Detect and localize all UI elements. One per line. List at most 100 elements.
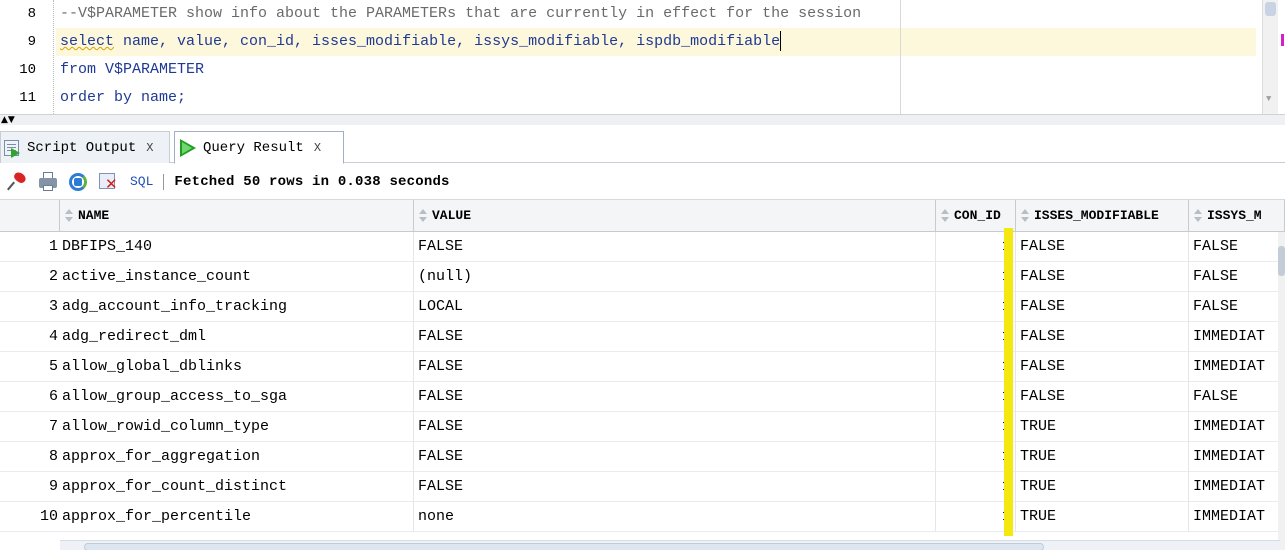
grid-scroll-thumb[interactable] [1278,246,1285,276]
cell-issys-modifiable[interactable]: IMMEDIAT [1189,442,1285,472]
cell-issys-modifiable[interactable]: FALSE [1189,232,1285,262]
grid-hscroll-thumb[interactable] [84,543,1044,550]
cell-name[interactable]: adg_account_info_tracking [60,292,414,322]
cell-name[interactable]: approx_for_aggregation [60,442,414,472]
cell-isses-modifiable[interactable]: FALSE [1016,292,1189,322]
cell-value[interactable]: FALSE [414,352,936,382]
tab-query-result[interactable]: Query Result X [174,131,344,164]
table-row[interactable]: 2active_instance_count(null)1FALSEFALSE [0,262,1285,292]
cell-name[interactable]: active_instance_count [60,262,414,292]
cell-value[interactable]: LOCAL [414,292,936,322]
close-icon[interactable]: X [314,134,321,162]
cell-issys-modifiable[interactable]: IMMEDIAT [1189,412,1285,442]
editor-scroll-thumb[interactable] [1265,2,1276,16]
pin-icon[interactable] [6,169,30,194]
gutter-divider [53,0,54,114]
row-number[interactable]: 10 [0,502,60,532]
code-line-comment[interactable]: --V$PARAMETER show info about the PARAME… [60,0,861,28]
sort-icon[interactable] [1193,208,1203,223]
tab-script-output[interactable]: Script Output X [0,131,170,163]
cell-isses-modifiable[interactable]: TRUE [1016,502,1189,532]
table-row[interactable]: 9approx_for_count_distinctFALSE1TRUEIMME… [0,472,1285,502]
cancel-query-icon[interactable]: ✕ [96,170,120,194]
table-row[interactable]: 8approx_for_aggregationFALSE1TRUEIMMEDIA… [0,442,1285,472]
cell-name[interactable]: adg_redirect_dml [60,322,414,352]
table-row[interactable]: 10approx_for_percentilenone1TRUEIMMEDIAT [0,502,1285,532]
cell-isses-modifiable[interactable]: FALSE [1016,382,1189,412]
cell-isses-modifiable[interactable]: FALSE [1016,322,1189,352]
collapse-expand-arrows-icon[interactable]: ▲▼ [1,115,15,125]
refresh-icon[interactable] [66,170,90,194]
cell-value[interactable]: FALSE [414,472,936,502]
code-line-select[interactable]: select name, value, con_id, isses_modifi… [56,28,1256,56]
cell-value[interactable]: FALSE [414,232,936,262]
row-number[interactable]: 2 [0,262,60,292]
row-number[interactable]: 8 [0,442,60,472]
column-header-label: VALUE [432,208,472,223]
sort-icon[interactable] [1020,208,1030,223]
table-row[interactable]: 3adg_account_info_trackingLOCAL1FALSEFAL… [0,292,1285,322]
cell-issys-modifiable[interactable]: FALSE [1189,262,1285,292]
cell-name[interactable]: allow_group_access_to_sga [60,382,414,412]
cell-issys-modifiable[interactable]: IMMEDIAT [1189,352,1285,382]
row-number[interactable]: 3 [0,292,60,322]
cell-name[interactable]: allow_global_dblinks [60,352,414,382]
cell-issys-modifiable[interactable]: FALSE [1189,292,1285,322]
column-header-value[interactable]: VALUE [414,200,936,232]
column-header-issys-modifiable[interactable]: ISSYS_M [1189,200,1285,232]
sql-button[interactable]: SQL [130,174,153,189]
cell-isses-modifiable[interactable]: TRUE [1016,442,1189,472]
cell-issys-modifiable[interactable]: IMMEDIAT [1189,472,1285,502]
column-header-name[interactable]: NAME [60,200,414,232]
cell-value[interactable]: FALSE [414,412,936,442]
row-number[interactable]: 7 [0,412,60,442]
cell-value[interactable]: FALSE [414,442,936,472]
line-number: 8 [27,6,36,22]
row-number[interactable]: 9 [0,472,60,502]
code-line-order-by[interactable]: order by name; [60,84,186,112]
cell-issys-modifiable[interactable]: FALSE [1189,382,1285,412]
table-row[interactable]: 7allow_rowid_column_typeFALSE1TRUEIMMEDI… [0,412,1285,442]
line-number-gutter: 8 9 10 11 [0,0,40,114]
sort-icon[interactable] [418,208,428,223]
cell-isses-modifiable[interactable]: FALSE [1016,232,1189,262]
table-row[interactable]: 5allow_global_dblinksFALSE1FALSEIMMEDIAT [0,352,1285,382]
cell-name[interactable]: approx_for_percentile [60,502,414,532]
sort-icon[interactable] [940,208,950,223]
cell-isses-modifiable[interactable]: TRUE [1016,472,1189,502]
editor-vertical-scrollbar[interactable]: ▼ [1262,0,1278,114]
pane-splitter[interactable]: ▲▼ [0,114,1285,125]
table-row[interactable]: 1DBFIPS_140FALSE1FALSEFALSE [0,232,1285,262]
cell-issys-modifiable[interactable]: IMMEDIAT [1189,322,1285,352]
row-number[interactable]: 4 [0,322,60,352]
cell-issys-modifiable[interactable]: IMMEDIAT [1189,502,1285,532]
cell-value[interactable]: FALSE [414,382,936,412]
cell-name[interactable]: approx_for_count_distinct [60,472,414,502]
cell-isses-modifiable[interactable]: FALSE [1016,352,1189,382]
grid-horizontal-scrollbar[interactable] [60,540,1280,550]
scroll-down-arrow-icon[interactable]: ▼ [1266,94,1271,104]
sort-icon[interactable] [64,208,74,223]
row-number[interactable]: 5 [0,352,60,382]
cell-value[interactable]: (null) [414,262,936,292]
cell-name[interactable]: DBFIPS_140 [60,232,414,262]
table-row[interactable]: 4adg_redirect_dmlFALSE1FALSEIMMEDIAT [0,322,1285,352]
cell-value[interactable]: FALSE [414,322,936,352]
query-result-grid[interactable]: NAME VALUE CON_ID ISSES_MODIFIABLE ISSYS… [0,200,1285,550]
row-number[interactable]: 6 [0,382,60,412]
line-number: 11 [19,90,36,106]
code-line-from[interactable]: from V$PARAMETER [60,56,204,84]
cell-isses-modifiable[interactable]: TRUE [1016,412,1189,442]
column-header-isses-modifiable[interactable]: ISSES_MODIFIABLE [1016,200,1189,232]
print-icon[interactable] [36,170,60,194]
run-query-icon [177,137,199,159]
row-number[interactable]: 1 [0,232,60,262]
keyword-select: select [60,33,115,50]
cell-value[interactable]: none [414,502,936,532]
close-icon[interactable]: X [146,134,153,162]
sql-editor[interactable]: 8 9 10 11 --V$PARAMETER show info about … [0,0,1285,114]
table-row[interactable]: 6allow_group_access_to_sgaFALSE1FALSEFAL… [0,382,1285,412]
grid-vertical-scrollbar[interactable] [1278,232,1285,550]
cell-name[interactable]: allow_rowid_column_type [60,412,414,442]
cell-isses-modifiable[interactable]: FALSE [1016,262,1189,292]
